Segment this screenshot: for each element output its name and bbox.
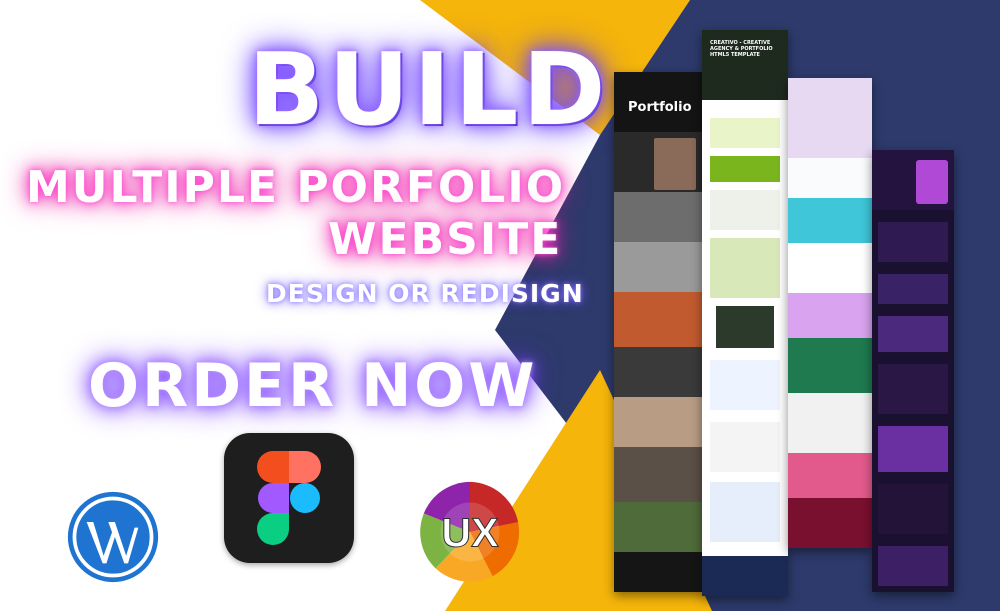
mockup-photo-band [614, 242, 706, 292]
mockup-section [710, 422, 780, 472]
mockup-photo-band [614, 347, 706, 397]
mockup-photo [654, 138, 696, 190]
mockup-photo-band [614, 192, 706, 242]
mockup-section [878, 316, 948, 352]
mockup-footer [788, 498, 872, 548]
mockup-section [710, 156, 780, 182]
mockup-hero [788, 78, 872, 158]
mockup-section [788, 198, 872, 243]
subheadline-design: DESIGN OR REDISIGN [266, 279, 584, 308]
mockup-section [716, 306, 774, 348]
mockup-section [788, 338, 872, 393]
mockup-creative-title: CREATIVO - CREATIVE AGENCY & PORTFOLIO H… [710, 40, 773, 58]
mockup-section [878, 274, 948, 304]
mockup-section [788, 243, 872, 293]
mockup-portfolio-title: Portfolio [628, 100, 692, 115]
mockup-photo-band [614, 447, 706, 502]
ux-text: UX [441, 510, 499, 556]
mockup-colorful [788, 78, 872, 548]
mockup-photo-band [614, 397, 706, 447]
mockup-photo-band [614, 292, 706, 347]
mockup-section [710, 360, 780, 410]
mockup-section [788, 453, 872, 498]
mockup-photo-band [614, 502, 706, 552]
figma-icon [224, 433, 354, 563]
mockup-footer [702, 556, 788, 596]
mockup-footer [614, 552, 706, 592]
mockup-creative-agency: CREATIVO - CREATIVE AGENCY & PORTFOLIO H… [702, 30, 788, 596]
mockup-dark-purple [872, 150, 954, 592]
mockup-footer [878, 546, 948, 586]
mockup-section [878, 364, 948, 414]
mockup-section [710, 238, 780, 298]
mockup-section [710, 190, 780, 230]
headline-build: BUILD [248, 31, 610, 148]
mockup-section [788, 158, 872, 198]
wordpress-icon [67, 491, 159, 583]
mockup-portfolio-dark: Portfolio [614, 72, 706, 592]
mockup-section [788, 293, 872, 338]
mockup-section [878, 484, 948, 534]
mockup-section [878, 222, 948, 262]
mockup-section [878, 426, 948, 472]
mockup-section [710, 118, 780, 148]
headline-website: WEBSITE [328, 214, 563, 265]
mockup-photo [916, 160, 948, 204]
mockup-section [710, 482, 780, 542]
order-now-cta[interactable]: ORDER NOW [88, 356, 538, 416]
headline-multiple-porfolio: MULTIPLE PORFOLIO [26, 162, 566, 213]
ux-icon: UX [420, 481, 520, 582]
mockup-section [788, 393, 872, 453]
